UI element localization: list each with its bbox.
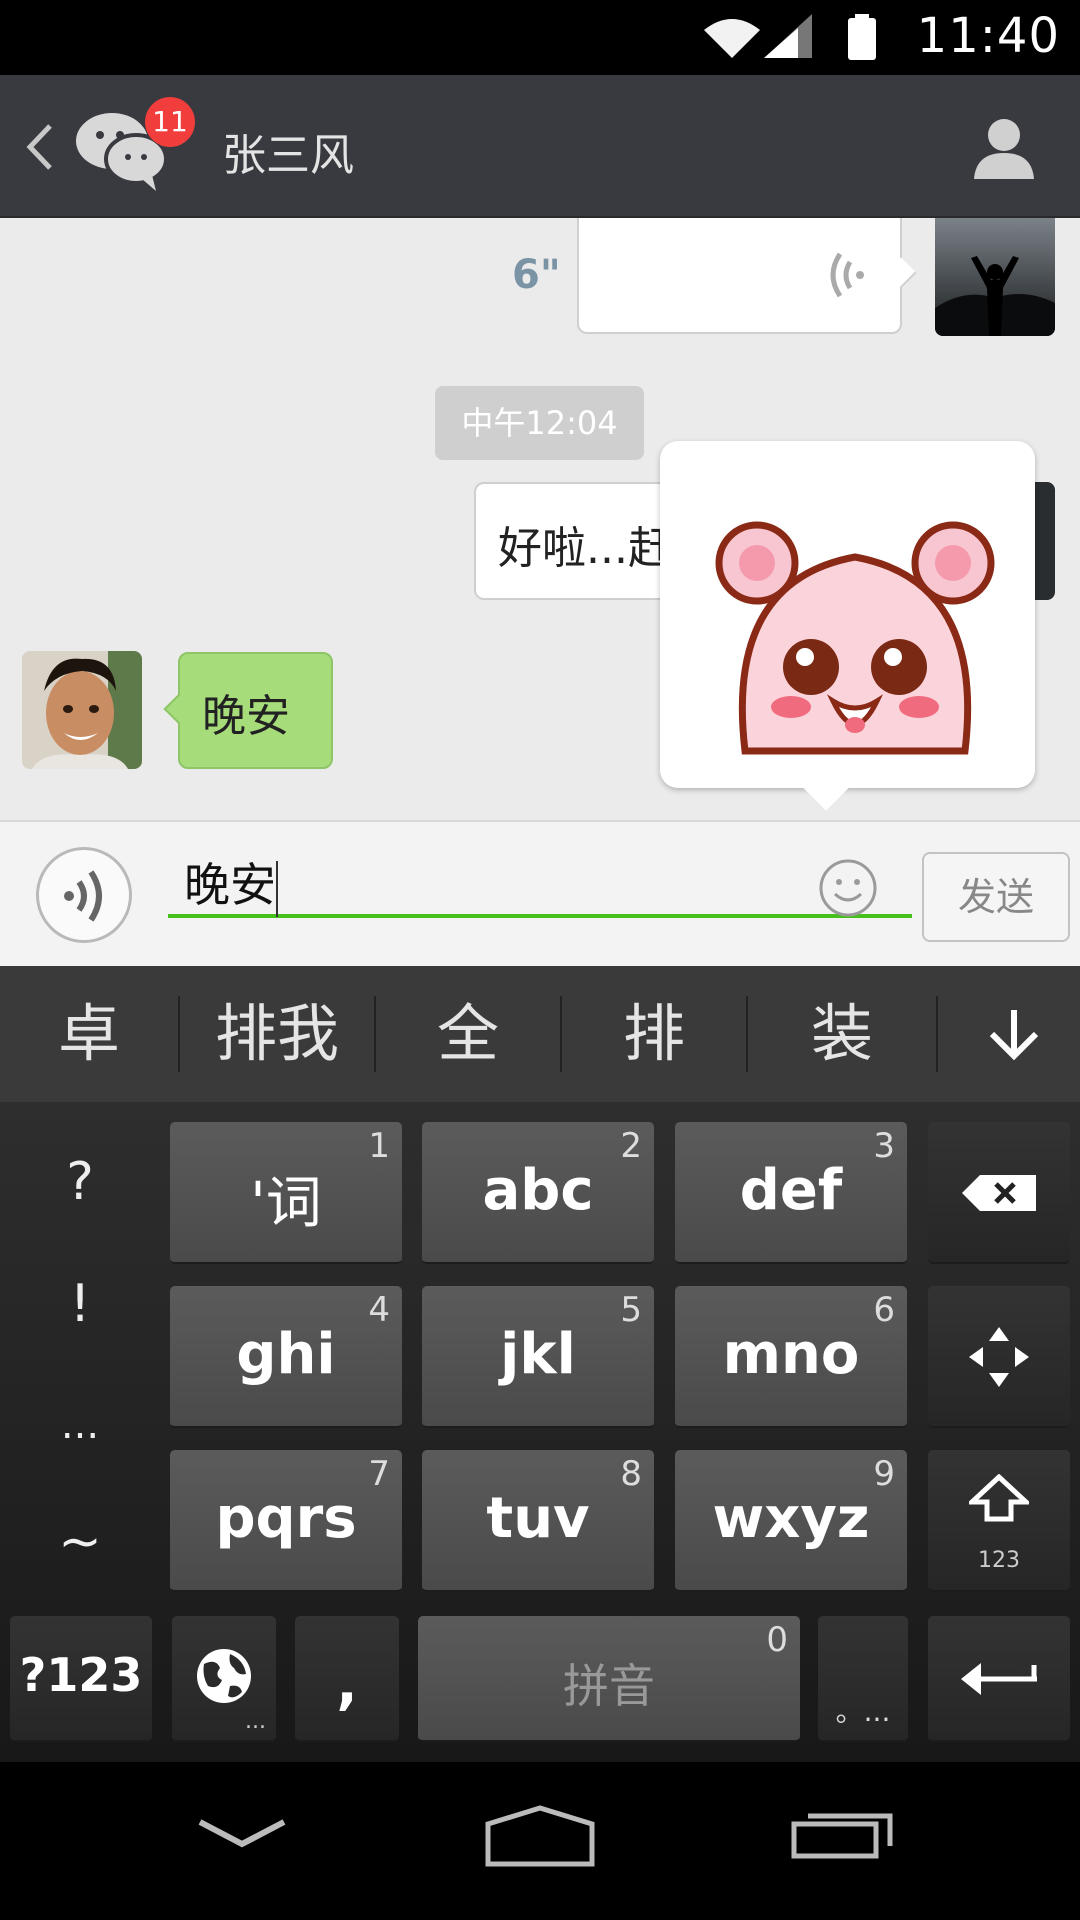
send-button[interactable]: 发送 — [922, 852, 1070, 942]
arrow-down-icon[interactable] — [986, 1006, 1042, 1062]
language-key[interactable]: ... — [172, 1616, 276, 1742]
key-label: wxyz — [712, 1486, 870, 1551]
key-label: def — [739, 1158, 843, 1223]
message-input[interactable]: 晚安 — [168, 852, 912, 918]
bear-sticker-image — [715, 521, 995, 755]
voice-duration: 6" — [512, 252, 561, 298]
key-label: 拼音 — [563, 1659, 655, 1713]
four-way-arrows-icon — [969, 1327, 1029, 1387]
status-icons — [704, 14, 876, 60]
backspace-key[interactable] — [928, 1122, 1070, 1264]
key-7[interactable]: 7 pqrs — [170, 1450, 402, 1592]
symbol-key-tilde[interactable]: ~ — [12, 1512, 148, 1572]
text-caret — [276, 860, 278, 917]
key-label: tuv — [486, 1486, 590, 1551]
cursor-move-key[interactable] — [928, 1286, 1070, 1428]
enter-key[interactable] — [928, 1616, 1070, 1742]
voice-input-button[interactable] — [36, 847, 132, 943]
key-label: , — [336, 1652, 358, 1717]
key-1[interactable]: 1 '词 — [170, 1122, 402, 1264]
key-6[interactable]: 6 mno — [675, 1286, 907, 1428]
signal-icon — [764, 14, 812, 58]
key-2[interactable]: 2 abc — [422, 1122, 654, 1264]
candidate-1[interactable]: 卓 — [0, 966, 178, 1102]
wifi-icon — [704, 19, 760, 58]
battery-icon — [848, 14, 876, 60]
page-title: 张三风 — [222, 130, 354, 181]
candidate-2[interactable]: 排我 — [180, 966, 374, 1102]
symbol-key-ellipsis[interactable]: ... — [12, 1402, 148, 1448]
space-key[interactable]: 0 拼音 — [418, 1616, 800, 1742]
sticker-preview-popup[interactable] — [660, 441, 1035, 811]
key-label: ghi — [236, 1322, 336, 1387]
key-label: 。... — [835, 1695, 891, 1728]
key-3[interactable]: 3 def — [675, 1122, 907, 1264]
key-label: abc — [482, 1158, 594, 1223]
back-chevron-icon[interactable] — [22, 120, 58, 174]
received-message-text: 晚安 — [202, 691, 290, 742]
shift-key[interactable]: 123 — [928, 1450, 1070, 1592]
recent-apps-icon[interactable] — [790, 1806, 894, 1860]
voice-wave-icon — [830, 252, 864, 298]
backspace-icon — [962, 1175, 1036, 1211]
voice-message-bubble[interactable] — [577, 218, 917, 334]
unread-badge: 11 — [145, 97, 195, 147]
globe-icon — [197, 1649, 251, 1703]
candidate-5[interactable]: 装 — [748, 966, 936, 1102]
voice-input-icon — [64, 870, 102, 922]
ime-candidate-bar: 卓 排我 全 排 装 — [0, 966, 1080, 1102]
timestamp-chip: 中午12:04 — [435, 386, 644, 460]
divider — [936, 996, 938, 1072]
keyboard: ? ! ... ~ 1 '词 2 abc 3 def 4 ghi 5 jkl 6… — [0, 1102, 1080, 1762]
candidate-3[interactable]: 全 — [376, 966, 560, 1102]
symbol-key-question[interactable]: ? — [12, 1152, 148, 1212]
chat-header: 11 张三风 — [0, 75, 1080, 218]
key-label: jkl — [500, 1322, 576, 1387]
key-9[interactable]: 9 wxyz — [675, 1450, 907, 1592]
enter-arrow-icon — [961, 1663, 1037, 1695]
bubble-tail — [163, 693, 195, 725]
received-message-bubble[interactable]: 晚安 — [163, 652, 333, 769]
avatar-silhouette-image — [935, 218, 1055, 336]
comma-key[interactable]: , — [295, 1616, 399, 1742]
bubble-tail — [885, 257, 917, 289]
symbols-mode-key[interactable]: ?123 — [10, 1616, 152, 1742]
home-icon[interactable] — [484, 1804, 596, 1868]
system-nav-bar — [0, 1762, 1080, 1920]
globe-sub-label: ... — [245, 1709, 266, 1734]
shift-arrow-icon — [969, 1474, 1029, 1522]
key-8[interactable]: 8 tuv — [422, 1450, 654, 1592]
contact-photo — [22, 651, 142, 769]
input-text: 晚安 — [184, 858, 276, 912]
clock: 11:40 — [916, 8, 1060, 64]
my-avatar[interactable] — [935, 218, 1055, 336]
key-4[interactable]: 4 ghi — [170, 1286, 402, 1428]
status-bar: 11:40 — [0, 0, 1080, 75]
person-icon[interactable] — [970, 113, 1038, 181]
period-key[interactable]: 。... — [818, 1616, 908, 1742]
key-label: mno — [722, 1322, 860, 1387]
smiley-icon[interactable] — [818, 858, 878, 918]
key-label: ?123 — [19, 1648, 143, 1702]
message-input-bar: 晚安 发送 — [0, 820, 1080, 966]
key-5[interactable]: 5 jkl — [422, 1286, 654, 1428]
symbol-key-exclaim[interactable]: ! — [12, 1274, 148, 1334]
candidate-4[interactable]: 排 — [562, 966, 746, 1102]
contact-avatar[interactable] — [22, 651, 142, 769]
shift-sub-label: 123 — [978, 1548, 1020, 1573]
hide-keyboard-icon[interactable] — [196, 1814, 288, 1854]
key-label: pqrs — [215, 1486, 357, 1551]
key-label: '词 — [250, 1171, 322, 1236]
